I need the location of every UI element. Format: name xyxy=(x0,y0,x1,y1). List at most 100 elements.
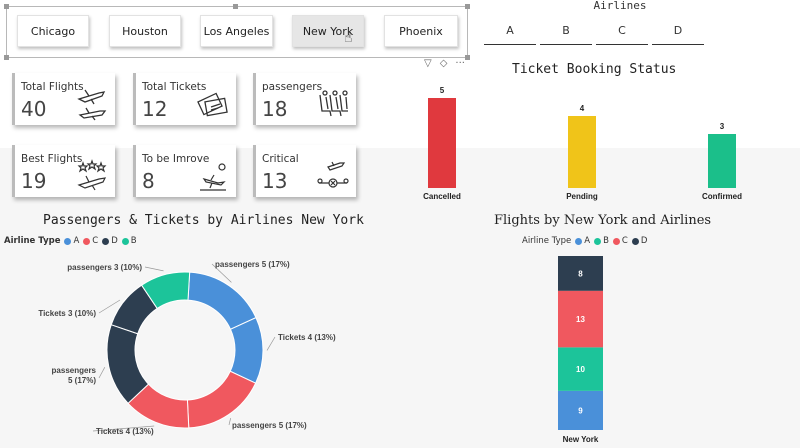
bar-pending[interactable] xyxy=(568,116,596,188)
card-to-be-improve: To be Imrove 8 xyxy=(133,145,236,197)
legend-item-a[interactable]: A xyxy=(64,236,79,246)
card-best-flights: Best Flights 19 xyxy=(12,145,115,197)
legend-item-a[interactable]: A xyxy=(575,236,590,246)
slice-label: passengers 5 (17%) xyxy=(52,366,97,385)
legend-label: D xyxy=(640,236,648,246)
legend-dot xyxy=(575,237,583,245)
donut-legend: Airline Type A C D B xyxy=(4,236,137,246)
legend-label: B xyxy=(603,236,609,246)
slice-label: passengers 3 (10%) xyxy=(67,263,142,272)
legend-dot xyxy=(64,237,72,245)
slice-label: Tickets 4 (13%) xyxy=(96,427,154,436)
resize-handle[interactable] xyxy=(465,55,470,60)
donut-chart: passengers 5 (17%) Tickets 4 (13%) passeng… xyxy=(38,260,336,436)
slice-label: Tickets 3 (10%) xyxy=(38,309,96,318)
landing-plane-icon xyxy=(200,163,226,191)
stack-chart-title: Flights by New York and Airlines xyxy=(494,213,712,228)
data-label: 8 xyxy=(578,269,583,278)
donut-slice[interactable] xyxy=(186,370,257,429)
stacked-bar-chart: 9 10 13 8 New York xyxy=(558,256,603,444)
card-passengers: passengers 18 xyxy=(253,73,356,125)
seats-icon xyxy=(319,90,348,117)
legend-dot xyxy=(594,237,602,245)
legend-label: A xyxy=(584,236,591,246)
eraser-icon[interactable]: ◇ xyxy=(440,58,448,69)
donut-chart-title: Passengers & Tickets by Airlines New Yor… xyxy=(43,213,364,228)
legend-label: B xyxy=(130,236,137,246)
slice-label: Tickets 4 (13%) xyxy=(278,333,336,342)
airline-button-c[interactable]: C xyxy=(596,22,648,45)
leader-line xyxy=(98,366,106,379)
legend-dot xyxy=(631,237,639,245)
legend-item-b[interactable]: B xyxy=(121,236,137,246)
more-options-icon[interactable]: ··· xyxy=(455,58,465,69)
bar-confirmed[interactable] xyxy=(708,134,736,188)
legend-label: D xyxy=(111,236,118,246)
legend-item-d[interactable]: D xyxy=(102,236,118,246)
data-label: 4 xyxy=(580,104,585,113)
resize-handle[interactable] xyxy=(4,55,9,60)
hand-cursor-icon: ☝ xyxy=(344,30,353,46)
tickets-icon xyxy=(197,92,228,117)
leader-line xyxy=(228,418,231,426)
airlines-slicer-title: Airlines xyxy=(593,0,647,12)
category-label: Cancelled xyxy=(423,192,461,201)
visual-header-icons: ▽ ◇ ··· xyxy=(424,58,465,69)
card-value: 19 xyxy=(21,169,47,193)
city-button-los-angeles[interactable]: Los Angeles xyxy=(200,15,273,47)
leader-line xyxy=(144,266,164,272)
card-value: 8 xyxy=(142,169,155,193)
card-title: Best Flights xyxy=(21,153,83,165)
legend-label: C xyxy=(92,236,99,246)
booking-chart-title: Ticket Booking Status xyxy=(512,62,677,77)
legend-dot xyxy=(121,237,129,245)
booking-bar-chart: 5 Cancelled 4 Pending 3 Confirmed xyxy=(423,86,742,201)
legend-title: Airline Type xyxy=(4,236,61,246)
slice-label: passengers 5 (17%) xyxy=(232,421,307,430)
city-button-houston[interactable]: Houston xyxy=(109,15,181,47)
legend-label: C xyxy=(621,236,628,246)
airplanes-icon xyxy=(77,89,107,121)
legend-item-d[interactable]: D xyxy=(631,236,648,246)
leader-line xyxy=(266,336,276,351)
resize-handle[interactable] xyxy=(4,4,9,9)
star-plane-icon xyxy=(77,159,107,191)
data-label: 9 xyxy=(578,406,583,415)
stack-legend: Airline Type A B C D xyxy=(522,236,647,246)
airline-button-b[interactable]: B xyxy=(540,22,592,45)
resize-handle[interactable] xyxy=(465,4,470,9)
data-label: 13 xyxy=(576,315,585,324)
card-critical: Critical 13 xyxy=(253,145,356,197)
card-value: 12 xyxy=(142,97,168,121)
donut-slice[interactable] xyxy=(187,271,257,330)
legend-title: Airline Type xyxy=(522,236,572,246)
legend-dot xyxy=(612,237,620,245)
airline-button-a[interactable]: A xyxy=(484,22,536,45)
legend-item-c[interactable]: C xyxy=(83,236,98,246)
city-button-chicago[interactable]: Chicago xyxy=(17,15,89,47)
legend-label: A xyxy=(73,236,80,246)
legend-dot xyxy=(83,237,91,245)
category-label: Pending xyxy=(566,192,598,201)
bar-cancelled[interactable] xyxy=(428,98,456,188)
legend-item-b[interactable]: B xyxy=(594,236,609,246)
card-value: 18 xyxy=(262,97,288,121)
card-total-tickets: Total Tickets 12 xyxy=(133,73,236,125)
data-label: 3 xyxy=(720,122,725,131)
filter-icon[interactable]: ▽ xyxy=(424,58,432,69)
city-button-new-york[interactable]: New York xyxy=(292,15,364,47)
card-value: 13 xyxy=(262,169,288,193)
card-title: passengers xyxy=(262,81,323,93)
category-label: Confirmed xyxy=(702,192,742,201)
resize-handle[interactable] xyxy=(233,4,238,9)
category-label: New York xyxy=(563,435,599,444)
airline-button-d[interactable]: D xyxy=(652,22,704,45)
card-title: Critical xyxy=(262,153,299,165)
legend-dot xyxy=(102,237,110,245)
city-button-phoenix[interactable]: Phoenix xyxy=(384,15,458,47)
card-total-flights: Total Flights 40 xyxy=(12,73,115,125)
legend-item-c[interactable]: C xyxy=(612,236,628,246)
card-value: 40 xyxy=(21,97,47,121)
data-label: 10 xyxy=(576,365,585,374)
route-cancel-icon xyxy=(317,161,349,188)
